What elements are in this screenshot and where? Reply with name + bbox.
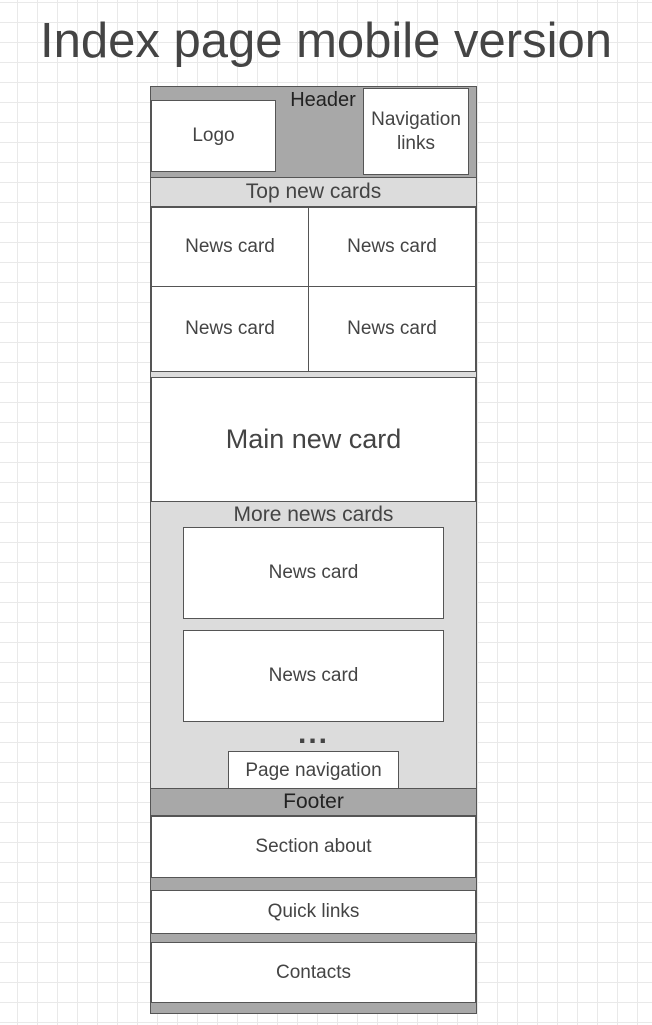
footer-label: Footer bbox=[283, 790, 344, 813]
footer-bottom-bar bbox=[151, 1003, 476, 1013]
quick-links-box: Quick links bbox=[151, 890, 476, 934]
news-card: News card bbox=[308, 207, 476, 287]
news-card: News card bbox=[183, 527, 444, 619]
news-card: News card bbox=[151, 286, 309, 372]
header-label: Header bbox=[290, 89, 356, 111]
page-title: Index page mobile version bbox=[39, 14, 613, 68]
news-card: News card bbox=[183, 630, 444, 722]
page-navigation-box: Page navigation bbox=[228, 751, 399, 789]
news-card: News card bbox=[151, 207, 309, 287]
more-news-label: More news cards bbox=[233, 503, 394, 526]
more-cards-ellipsis: ... bbox=[297, 717, 329, 750]
footer-separator bbox=[151, 934, 476, 942]
navigation-links-box: Navigation links bbox=[363, 88, 469, 175]
footer-separator bbox=[151, 878, 476, 890]
news-card: News card bbox=[308, 286, 476, 372]
contacts-box: Contacts bbox=[151, 942, 476, 1003]
main-news-card: Main new card bbox=[151, 377, 476, 502]
section-about-box: Section about bbox=[151, 816, 476, 878]
logo-box: Logo bbox=[151, 100, 276, 172]
top-news-label: Top new cards bbox=[245, 180, 382, 203]
